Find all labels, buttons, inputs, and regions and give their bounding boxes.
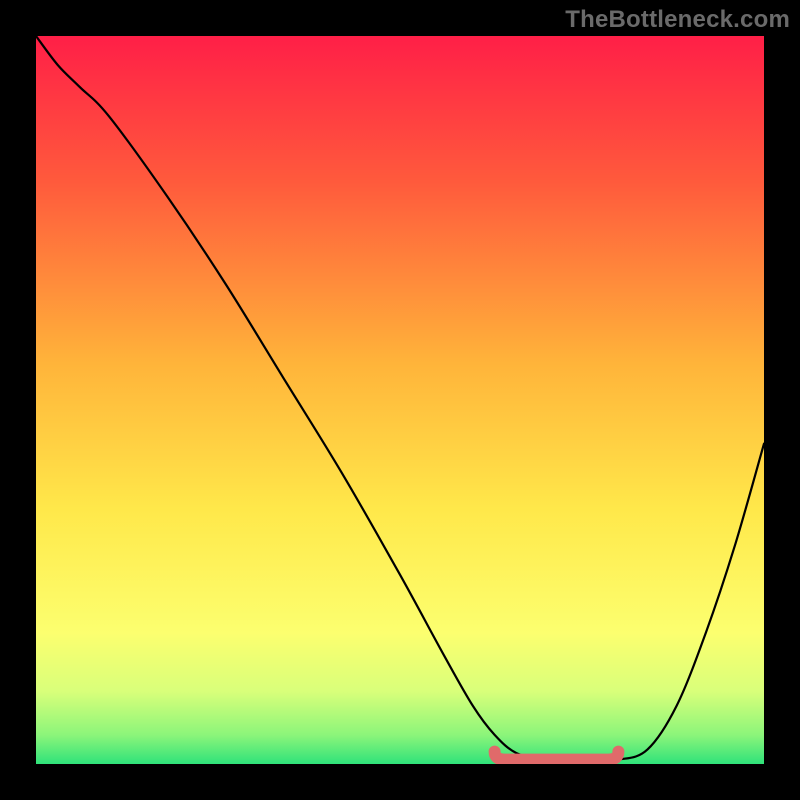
chart-svg [36,36,764,764]
chart-container: TheBottleneck.com [0,0,800,800]
gradient-background [36,36,764,764]
plot-area [36,36,764,764]
watermark: TheBottleneck.com [565,6,790,34]
